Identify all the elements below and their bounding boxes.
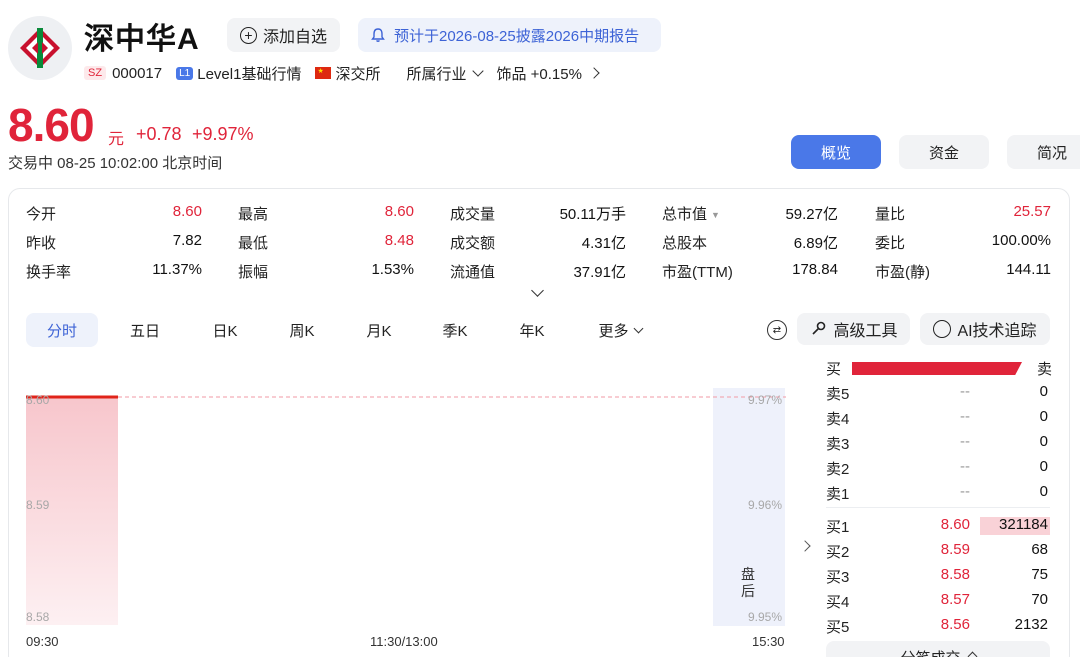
- price-change: +0.78: [136, 124, 182, 144]
- stat-volume-ratio: 量比 25.57: [875, 203, 1051, 223]
- ai-target-icon: [933, 320, 952, 338]
- stat-prev-close: 昨收 7.82: [26, 232, 202, 252]
- chevron-right-icon: [588, 67, 600, 79]
- orderbook-ratio: 买 卖: [826, 361, 1052, 378]
- ask-row: 卖3 -- 0: [826, 433, 1048, 453]
- stock-logo: [8, 16, 72, 80]
- time-close-label: 15:30: [752, 634, 785, 649]
- tab-funds[interactable]: 资金: [899, 135, 989, 169]
- pct-axis-mid-label: 9.96%: [748, 498, 783, 512]
- tab-monthly-k[interactable]: 月K: [344, 313, 414, 347]
- ask-row: 卖4 -- 0: [826, 408, 1048, 428]
- tab-quarterly-k[interactable]: 季K: [420, 313, 490, 347]
- trade-detail-button[interactable]: 分笔成交: [826, 641, 1050, 657]
- exchange-tag: SZ: [84, 66, 107, 80]
- bid-row: 买4 8.57 70: [826, 591, 1048, 611]
- stock-name: 深中华A: [84, 23, 200, 56]
- chevron-up-icon: [967, 651, 977, 657]
- ai-tracking-button[interactable]: AI技术追踪: [920, 313, 1050, 345]
- bell-icon: [371, 28, 385, 42]
- tab-intraday[interactable]: 分时: [26, 313, 98, 347]
- buy-ratio-bar: [852, 362, 1022, 375]
- chevron-down-icon: [472, 65, 485, 77]
- pct-axis-bottom-label: 9.95%: [748, 610, 783, 624]
- report-notice-text: 预计于2026-08-25披露2026中期报告: [394, 27, 640, 45]
- stat-pe-static: 市盈(静) 144.11: [875, 261, 1051, 281]
- add-watchlist-label: 添加自选: [262, 29, 327, 46]
- intraday-chart[interactable]: [26, 385, 786, 655]
- trade-status: 交易中 08-25 10:02:00 北京时间: [8, 155, 223, 172]
- bid-row: 买5 8.56 2132: [826, 616, 1048, 636]
- caret-down-icon: ▼: [711, 210, 720, 221]
- china-flag-icon: [315, 67, 332, 79]
- stat-low: 最低 8.48: [238, 232, 414, 252]
- orderbook-divider: [826, 507, 1050, 508]
- after-hours-label: 盘后: [741, 566, 755, 599]
- stock-code: 000017: [112, 64, 163, 82]
- y-axis-mid-label: 8.59: [26, 498, 50, 512]
- ask-row: 卖2 -- 0: [826, 458, 1048, 478]
- advanced-tools-button[interactable]: 高级工具: [797, 313, 910, 345]
- stat-open: 今开 8.60: [26, 203, 202, 223]
- stat-market-cap[interactable]: 总市值 ▼ 59.27亿: [662, 203, 838, 223]
- tab-yearly-k[interactable]: 年K: [497, 313, 567, 347]
- add-watchlist-button[interactable]: + 添加自选: [227, 18, 340, 52]
- stat-high: 最高 8.60: [238, 203, 414, 223]
- stat-volume: 成交量 50.11万手: [450, 206, 626, 223]
- pct-axis-top-label: 9.97%: [748, 393, 783, 407]
- stat-total-shares: 总股本 6.89亿: [662, 235, 838, 252]
- tab-overview[interactable]: 概览: [791, 135, 881, 169]
- bid-row: 买1 8.60 321184: [826, 516, 1050, 536]
- price-change-pct: +9.97%: [192, 124, 254, 144]
- stat-pe-ttm: 市盈(TTM) 178.84: [662, 261, 838, 281]
- time-open-label: 09:30: [26, 634, 59, 649]
- bid-row: 买2 8.59 68: [826, 541, 1048, 561]
- stat-commission-ratio: 委比 100.00%: [875, 232, 1051, 252]
- stat-amplitude: 振幅 1.53%: [238, 261, 414, 281]
- y-axis-top-label: 8.60: [26, 393, 50, 407]
- exchange-name: 深交所: [335, 65, 381, 83]
- industry-link[interactable]: 饰品 +0.15%: [496, 63, 600, 84]
- stat-turnover-rate: 换手率 11.37%: [26, 261, 202, 281]
- tab-brief[interactable]: 简况: [1007, 135, 1080, 169]
- tab-daily-k[interactable]: 日K: [190, 313, 260, 347]
- level-label[interactable]: Level1基础行情: [197, 63, 301, 84]
- ask-row: 卖1 -- 0: [826, 483, 1048, 503]
- stat-turnover-amount: 成交额 4.31亿: [450, 235, 626, 252]
- current-price: 8.60: [8, 99, 95, 151]
- time-mid-label: 11:30/13:00: [370, 634, 438, 649]
- stat-float-cap: 流通值 37.91亿: [450, 264, 626, 281]
- price-unit: 元: [108, 131, 125, 148]
- ask-row: 卖5 -- 0: [826, 383, 1048, 403]
- industry-dropdown[interactable]: 所属行业: [406, 63, 485, 84]
- tab-weekly-k[interactable]: 周K: [267, 313, 337, 347]
- level-tag: L1: [176, 66, 194, 80]
- tools-icon: [812, 321, 826, 335]
- swap-chart-icon[interactable]: ⇄: [767, 320, 787, 340]
- industry-value: 饰品 +0.15%: [496, 65, 582, 83]
- industry-label: 所属行业: [406, 65, 467, 83]
- tab-five-day[interactable]: 五日: [110, 313, 180, 347]
- bid-row: 买3 8.58 75: [826, 566, 1048, 586]
- stock-meta-row: SZ 000017 L1 Level1基础行情 深交所 所属行业 饰品 +0.1…: [84, 62, 600, 84]
- tab-more[interactable]: 更多: [590, 313, 650, 347]
- chevron-down-icon: [633, 323, 643, 333]
- y-axis-bottom-label: 8.58: [26, 610, 50, 624]
- plus-circle-icon: +: [239, 26, 257, 44]
- stock-logo-icon: [20, 28, 60, 68]
- report-notice[interactable]: 预计于2026-08-25披露2026中期报告: [358, 18, 661, 52]
